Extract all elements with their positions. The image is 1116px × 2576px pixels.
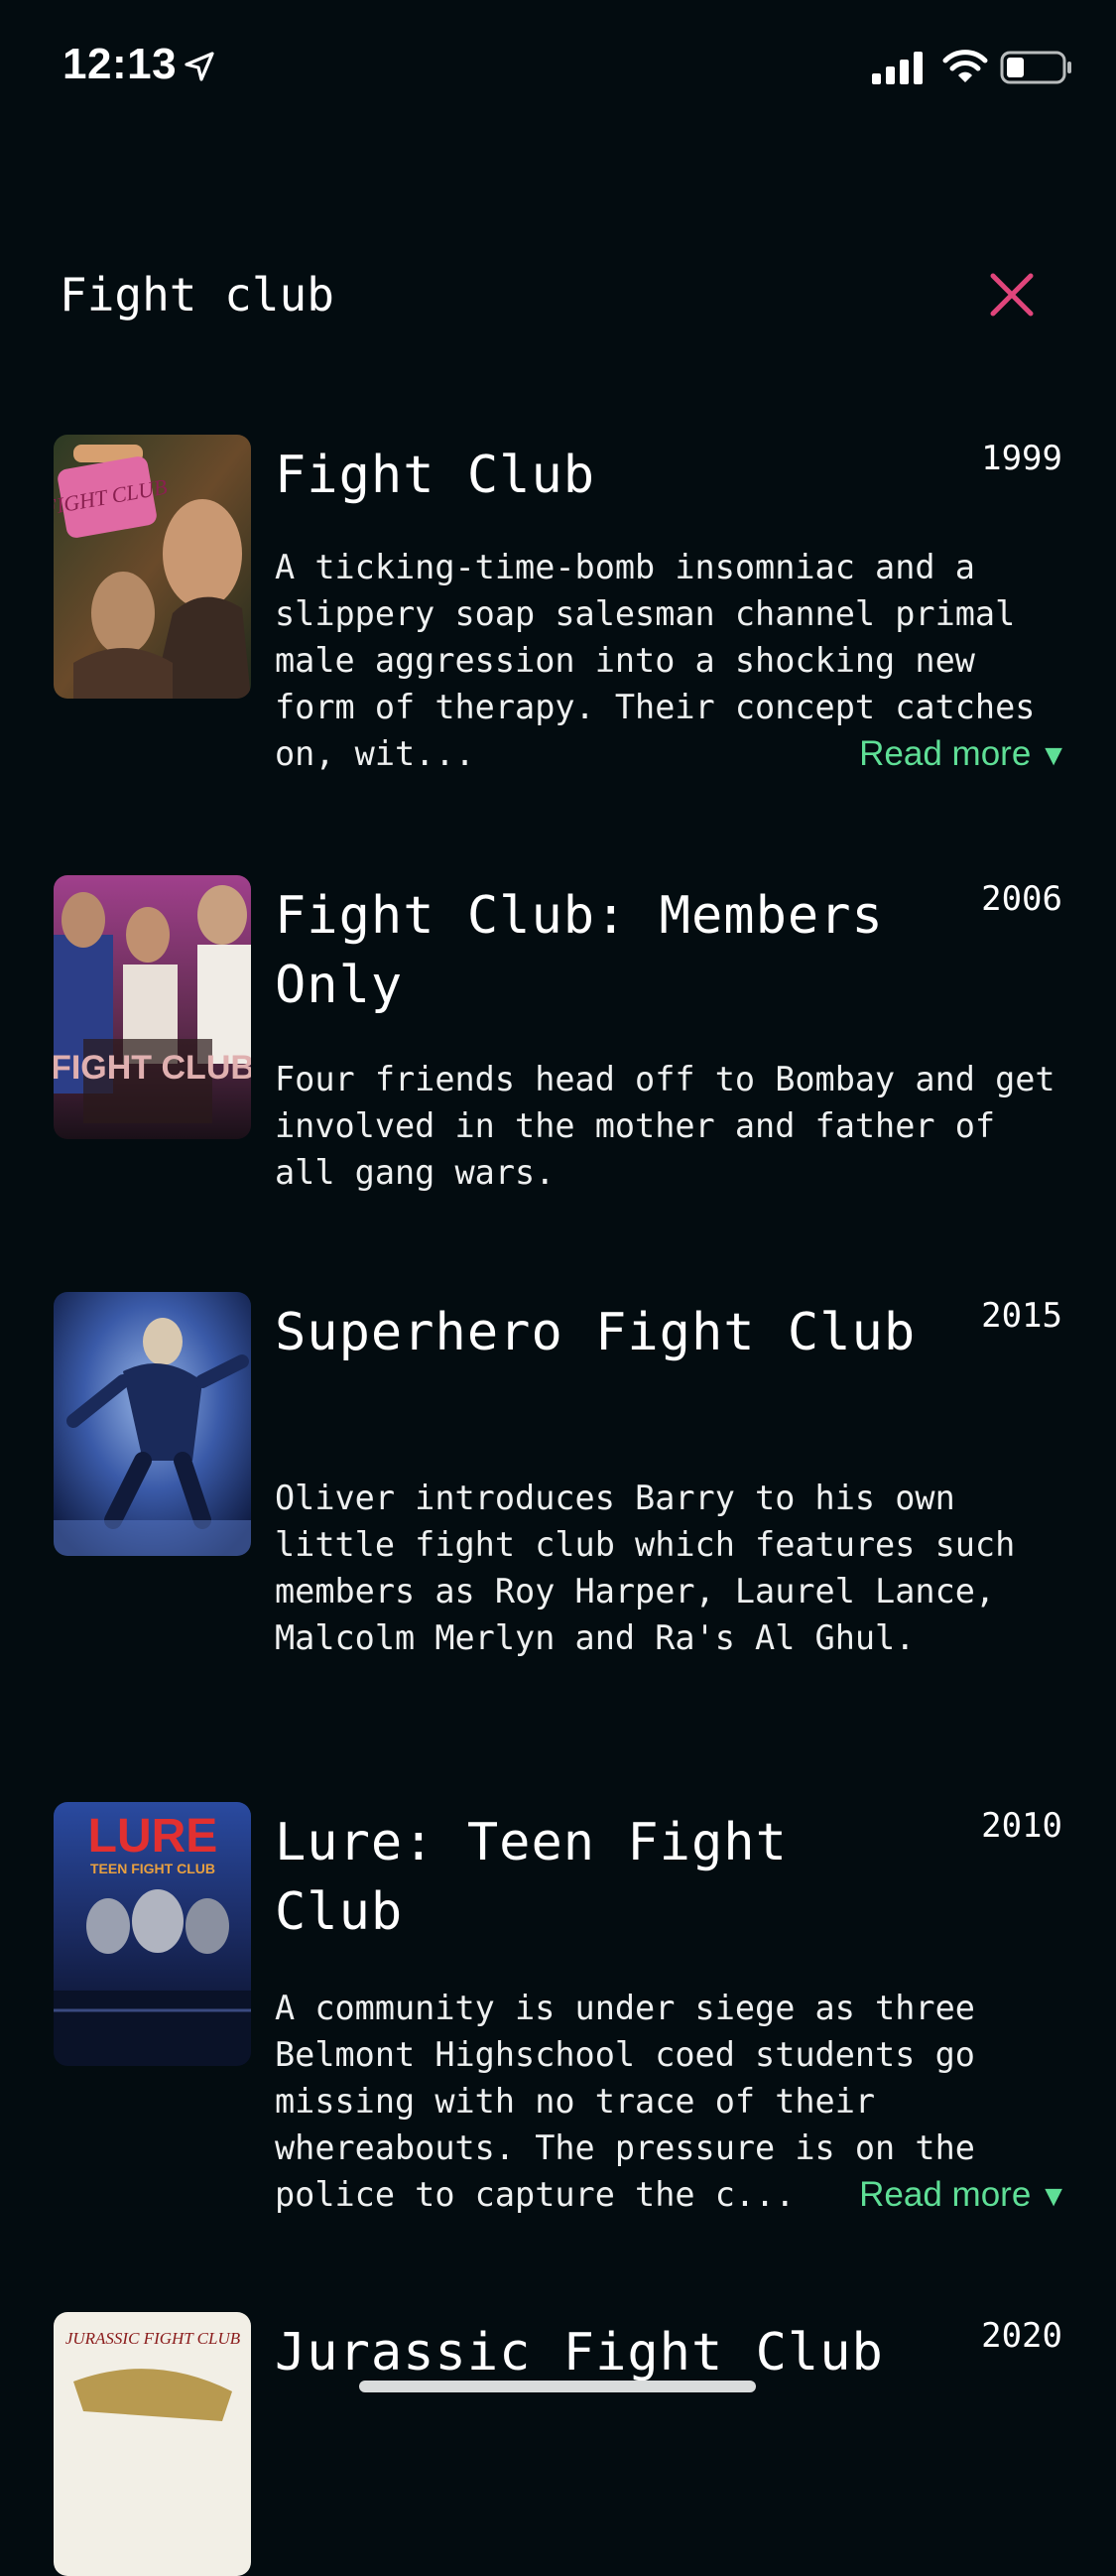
poster-image: FIGHT CLUB	[54, 875, 251, 1139]
clear-search-button[interactable]	[977, 260, 1047, 329]
result-year: 2010	[981, 1806, 1062, 1846]
status-bar: 12:13	[0, 0, 1116, 131]
result-title: Jurassic Fight Club	[275, 2323, 884, 2383]
caret-down-icon: ▼	[1039, 739, 1068, 772]
poster-image: FIGHT CLUB	[54, 435, 251, 699]
poster-text: LURE	[88, 1810, 218, 1863]
poster-image: LURE TEEN FIGHT CLUB	[54, 1802, 251, 2066]
close-icon	[990, 273, 1034, 317]
result-description: A ticking-time-bomb insomniac and a slip…	[275, 544, 1068, 779]
result-year: 2015	[981, 1296, 1062, 1336]
read-more-label: Read more	[859, 734, 1032, 773]
result-title: Lure: Teen Fight Club	[275, 1813, 788, 1942]
result-description: Oliver introduces Barry to his own littl…	[275, 1479, 1016, 1657]
home-indicator[interactable]	[359, 2381, 756, 2392]
read-more-label: Read more	[859, 2175, 1032, 2214]
result-year: 2006	[981, 879, 1062, 919]
poster-image: JURASSIC FIGHT CLUB	[54, 2312, 251, 2576]
result-title: Superhero Fight Club	[275, 1303, 917, 1362]
status-time: 12:13	[62, 40, 178, 88]
result-year: 2020	[981, 2316, 1062, 2356]
poster-subtext: TEEN FIGHT CLUB	[90, 1861, 215, 1876]
location-arrow-icon	[185, 52, 214, 81]
result-year: 1999	[981, 439, 1062, 478]
poster-text: FIGHT CLUB	[54, 1049, 251, 1087]
result-title: Fight Club	[275, 446, 596, 505]
result-description: A community is under siege as three Belm…	[275, 1985, 1068, 2220]
cellular-signal-icon	[872, 52, 923, 84]
read-more-link[interactable]: Read more ▼	[859, 730, 1068, 779]
read-more-link[interactable]: Read more ▼	[859, 2171, 1068, 2220]
poster-image	[54, 1292, 251, 1556]
wifi-icon	[942, 50, 988, 82]
poster-text: JURASSIC FIGHT CLUB	[65, 2329, 241, 2348]
result-title: Fight Club: Members Only	[275, 886, 884, 1015]
search-input[interactable]	[60, 260, 932, 329]
result-description: Four friends head off to Bombay and get …	[275, 1060, 1055, 1192]
caret-down-icon: ▼	[1039, 2180, 1068, 2213]
battery-icon	[1000, 51, 1071, 84]
